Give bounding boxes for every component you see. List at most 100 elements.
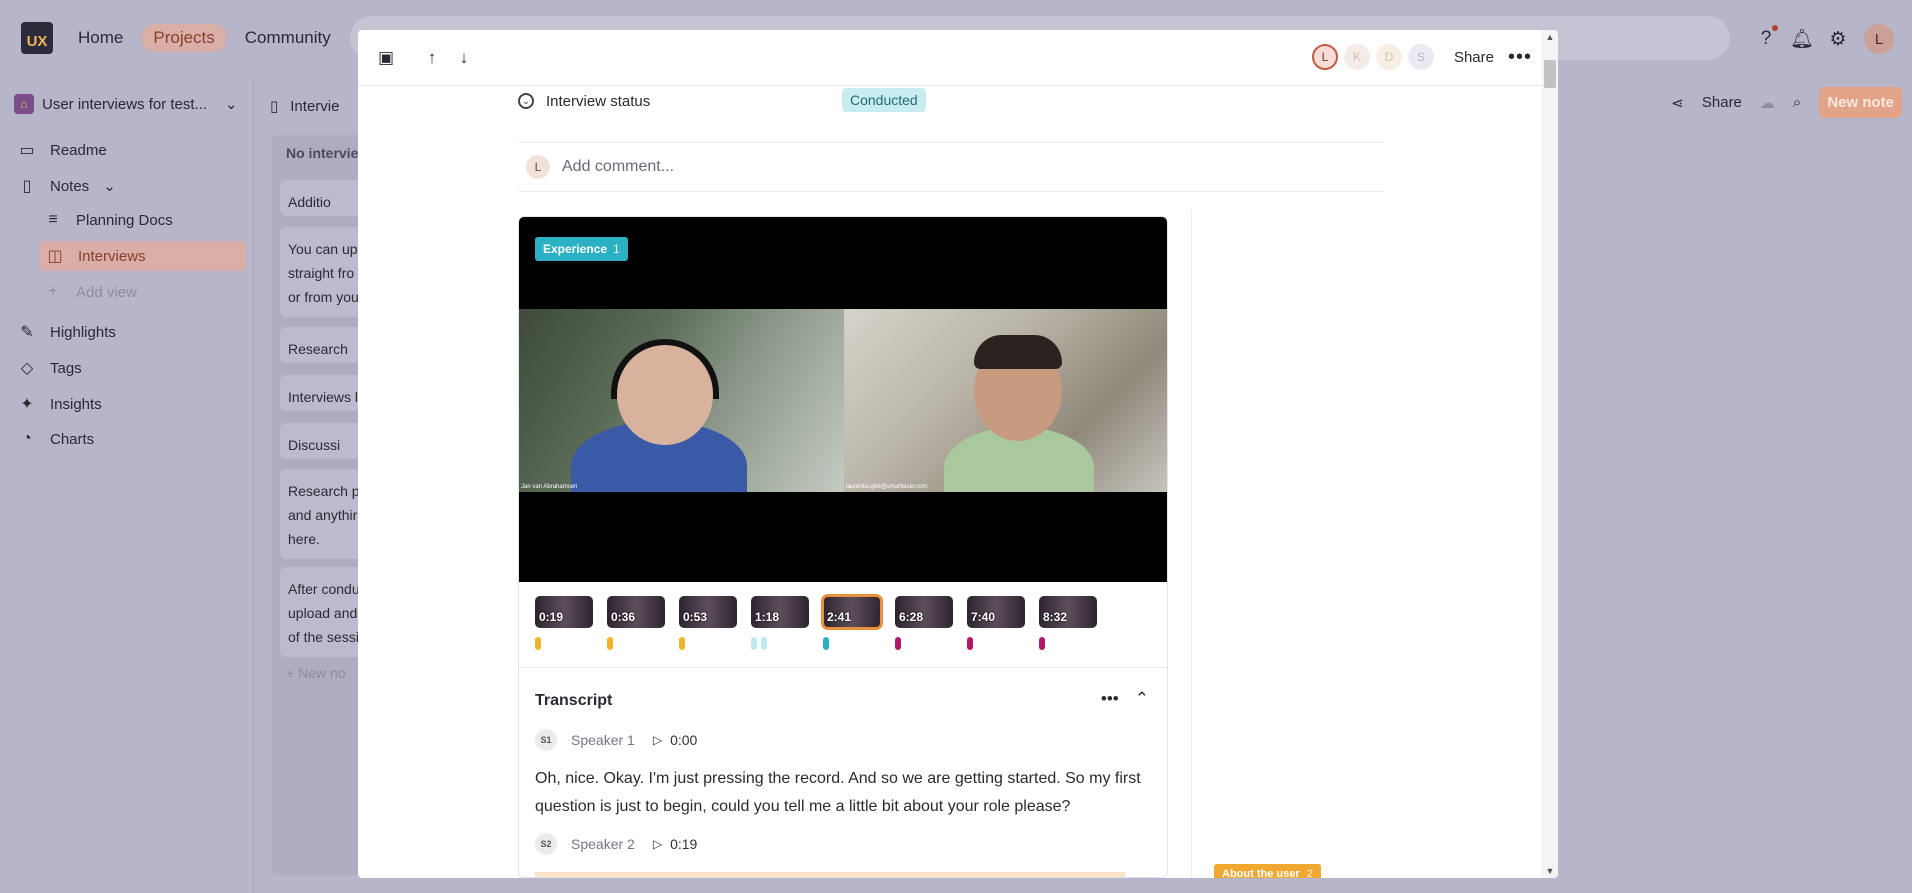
user-avatar[interactable]: L [1864, 24, 1894, 54]
tag-count: 2 [1306, 868, 1313, 878]
tag-marker[interactable] [607, 637, 613, 650]
sidebar-item-highlights[interactable]: ✎ Highlights [18, 322, 116, 342]
speaker-chip: S2 [535, 833, 557, 855]
sidebar-item-interviews[interactable]: ◫ Interviews [40, 241, 246, 271]
participant-name: laurentiu.ghe@smartlaser.com [846, 484, 928, 490]
clip-thumbnail[interactable]: 0:19 [535, 596, 593, 628]
share-icon[interactable]: ⋖ [1671, 94, 1684, 112]
project-selector[interactable]: ⌂ User interviews for test... ⌄ [14, 94, 238, 114]
tag-marker[interactable] [751, 637, 757, 650]
new-note-button[interactable]: New note [1819, 87, 1902, 118]
more-options-icon[interactable]: ••• [1508, 46, 1532, 69]
gear-icon[interactable]: ⚙ [1820, 28, 1856, 51]
arrow-down-icon[interactable]: ↓ [448, 48, 480, 68]
pie-chart-icon: ◔ [22, 430, 32, 447]
sparkle-icon: ✦ [20, 396, 34, 413]
add-view-button[interactable]: + Add view [44, 283, 137, 301]
modal-share-button[interactable]: Share [1454, 49, 1494, 66]
board-icon: ◫ [47, 248, 63, 265]
tag-marker[interactable] [761, 637, 767, 650]
sidebar-item-notes[interactable]: ▯ Notes ⌄ [18, 176, 116, 196]
sidebar-item-label: Tags [50, 359, 82, 377]
transcript-tools: ••• ⌃ [1101, 689, 1149, 709]
sidebar-item-label: Notes [50, 177, 90, 195]
speaker-row: S1 Speaker 1 ▷ 0:00 [535, 729, 697, 751]
clip-thumbnail[interactable]: 0:53 [679, 596, 737, 628]
speaker-chip: S1 [535, 729, 557, 751]
comment-input[interactable]: Add comment... [562, 158, 674, 176]
collaborator-avatar[interactable]: K [1343, 44, 1370, 70]
nav-community[interactable]: Community [233, 24, 343, 52]
video-player[interactable]: Experience 1 Jan van Abrahamsen laurentiu… [519, 217, 1167, 582]
speaker-time[interactable]: 0:00 [670, 732, 697, 748]
tag-marker[interactable] [895, 637, 901, 650]
project-icon: ⌂ [14, 94, 34, 114]
new-note-label: New no [298, 665, 346, 681]
bell-icon[interactable]: 🔔︎ [1784, 27, 1820, 51]
chevron-down-icon[interactable]: ⌄ [103, 177, 116, 195]
clip-time: 0:36 [611, 610, 636, 624]
cloud-upload-icon[interactable]: ☁ [1760, 94, 1775, 112]
help-icon[interactable]: ? [1748, 25, 1784, 50]
book-icon: ▭ [19, 142, 35, 159]
sidebar-item-tags[interactable]: ◇ Tags [18, 358, 82, 378]
divider [519, 667, 1167, 668]
speaker-name[interactable]: Speaker 2 [571, 836, 635, 852]
participant-video-right: laurentiu.ghe@smartlaser.com [844, 309, 1167, 492]
nav-home[interactable]: Home [66, 24, 135, 52]
view-header: ▯ Intervie [270, 84, 339, 128]
speaker-name[interactable]: Speaker 1 [571, 732, 635, 748]
modal-scrollbar[interactable]: ▲ ▼ [1542, 30, 1558, 878]
collaborator-avatar[interactable]: L [1311, 44, 1338, 70]
clip-thumbnail[interactable]: 6:28 [895, 596, 953, 628]
sidebar-item-readme[interactable]: ▭ Readme [18, 140, 106, 160]
main-nav: Home Projects Community [66, 24, 343, 52]
about-the-user-tag[interactable]: About the user 2 [1214, 864, 1321, 878]
clip-thumbnail[interactable]: 1:18 [751, 596, 809, 628]
sidebar-item-insights[interactable]: ✦ Insights [18, 394, 101, 414]
collaborator-avatar[interactable]: S [1407, 44, 1434, 70]
transcript-text[interactable]: Oh, nice. Okay. I'm just pressing the re… [535, 765, 1145, 821]
headphones-shape [611, 339, 719, 399]
app-logo[interactable]: UX [21, 22, 53, 54]
sidebar-item-label: Highlights [50, 323, 116, 341]
clip-time: 0:19 [539, 610, 564, 624]
play-icon[interactable]: ▷ [653, 837, 662, 851]
transcript-title: Transcript [535, 692, 613, 709]
share-button[interactable]: Share [1702, 94, 1742, 111]
project-name: User interviews for test... [42, 95, 208, 113]
tag-marker[interactable] [823, 637, 829, 650]
play-icon[interactable]: ▷ [653, 733, 662, 747]
clip-thumbnail[interactable]: 0:36 [607, 596, 665, 628]
collapse-icon[interactable]: ▣ [370, 48, 402, 68]
tag-marker[interactable] [679, 637, 685, 650]
tag-label: Experience [543, 242, 608, 256]
more-options-icon[interactable]: ••• [1101, 689, 1119, 709]
scroll-down-icon[interactable]: ▼ [1544, 866, 1556, 876]
clip-thumbnail[interactable]: 8:32 [1039, 596, 1097, 628]
highlighted-text[interactable] [535, 872, 1125, 877]
sidebar-item-planning-docs[interactable]: ≡ Planning Docs [44, 211, 172, 229]
scroll-up-icon[interactable]: ▲ [1544, 32, 1556, 42]
status-badge[interactable]: Conducted [842, 88, 926, 112]
scrollbar-thumb[interactable] [1544, 60, 1556, 88]
arrow-up-icon[interactable]: ↑ [416, 48, 448, 68]
chevron-up-icon[interactable]: ⌃ [1135, 689, 1149, 709]
sidebar-item-charts[interactable]: ◔ Charts [18, 430, 94, 448]
speaker-time[interactable]: 0:19 [670, 836, 697, 852]
experience-tag[interactable]: Experience 1 [535, 237, 628, 261]
column-title: No intervie [286, 145, 359, 161]
tag-count: 1 [613, 242, 620, 256]
comment-row[interactable]: L Add comment... [518, 142, 1384, 192]
clip-thumbnail-selected[interactable]: 2:41 [821, 594, 883, 630]
tag-marker[interactable] [1039, 637, 1045, 650]
new-note-link[interactable]: + New no [286, 665, 346, 681]
clip-thumbnail[interactable]: 7:40 [967, 596, 1025, 628]
clip-time: 1:18 [755, 610, 780, 624]
tag-marker[interactable] [967, 637, 973, 650]
tag-marker[interactable] [535, 637, 541, 650]
nav-projects[interactable]: Projects [141, 24, 227, 52]
collaborator-avatar[interactable]: D [1375, 44, 1402, 70]
document-icon: ▯ [270, 98, 279, 115]
search-icon[interactable]: ⌕ [1793, 94, 1801, 111]
